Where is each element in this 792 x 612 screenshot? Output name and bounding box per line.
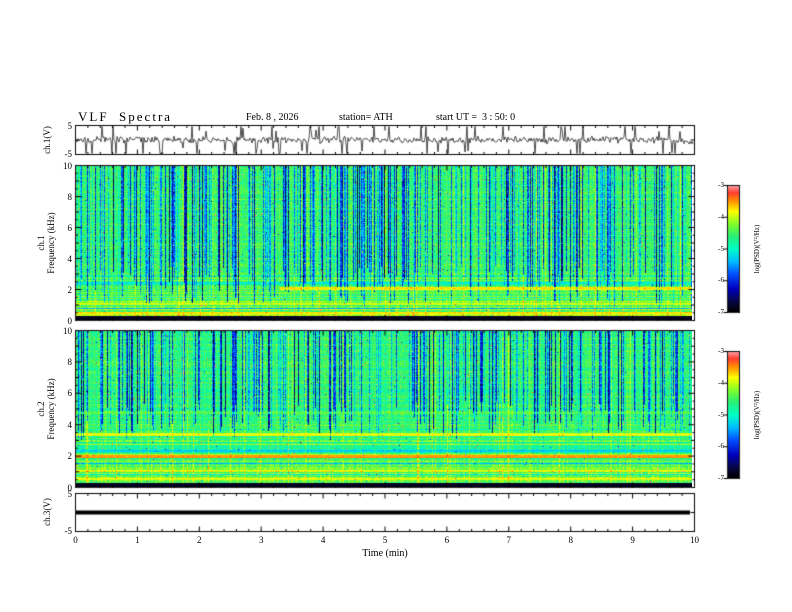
x-tick-label: 10 <box>690 535 699 545</box>
x-tick-label: 8 <box>568 535 573 545</box>
ch3-voltage-axis-label: ch.3(V) <box>42 498 52 526</box>
vlf-spectra-plot: VLF Spectra Feb. 8 , 2026 station= ATH s… <box>0 0 792 612</box>
axes-frame-canvas <box>0 0 792 612</box>
colorbar2-tick-label: -4 <box>718 378 724 387</box>
colorbar1-tick-label: -7 <box>718 308 724 316</box>
spec1-y-tick-label: 2 <box>67 284 73 295</box>
colorbar2-tick-label: -3 <box>718 347 724 355</box>
spec2-y-tick-label: 10 <box>63 325 72 336</box>
spec1-y-tick-label: 0 <box>67 315 73 326</box>
ch3-ymax-label: 5 <box>67 489 73 499</box>
spec1-y-tick-label: 4 <box>67 253 73 264</box>
colorbar2-tick-label: -6 <box>718 442 724 451</box>
ch1-channel-label: ch.1 <box>36 235 46 251</box>
x-tick-label: 2 <box>197 535 202 545</box>
ch1-ymin-label: -5 <box>64 149 73 159</box>
x-tick-label: 3 <box>258 535 264 545</box>
x-tick-label: 0 <box>73 535 78 545</box>
spec1-y-tick-label: 6 <box>67 222 73 233</box>
spec2-y-tick-label: 8 <box>67 356 73 367</box>
x-tick-label: 6 <box>444 535 450 545</box>
spec2-y-tick-label: 2 <box>67 451 73 462</box>
colorbar1-tick-label: -3 <box>718 181 724 189</box>
x-tick-label: 1 <box>135 535 140 545</box>
colorbar2-tick-label: -5 <box>718 410 724 419</box>
ch2-channel-label: ch.2 <box>36 401 46 417</box>
colorbar2-label: log(PSD)(V²/Hz) <box>753 390 761 440</box>
ch1-ymax-label: 5 <box>67 121 73 131</box>
colorbar1-tick-label: -4 <box>718 212 724 221</box>
colorbar2-tick-label: -7 <box>718 474 724 482</box>
spec1-y-tick-label: 8 <box>67 191 73 202</box>
x-tick-label: 5 <box>382 535 388 545</box>
time-axis-label: Time (min) <box>362 548 408 559</box>
spec1-y-tick-label: 10 <box>63 160 72 171</box>
spec2-y-tick-label: 6 <box>67 388 73 399</box>
x-tick-label: 4 <box>320 535 326 545</box>
x-tick-label: 7 <box>506 535 512 545</box>
spec2-y-tick-label: 4 <box>67 419 73 430</box>
colorbar1-tick-label: -5 <box>718 244 724 253</box>
colorbar1-tick-label: -6 <box>718 276 724 285</box>
colorbar1-label: log(PSD)(V²/Hz) <box>753 224 761 274</box>
x-tick-label: 9 <box>630 535 635 545</box>
